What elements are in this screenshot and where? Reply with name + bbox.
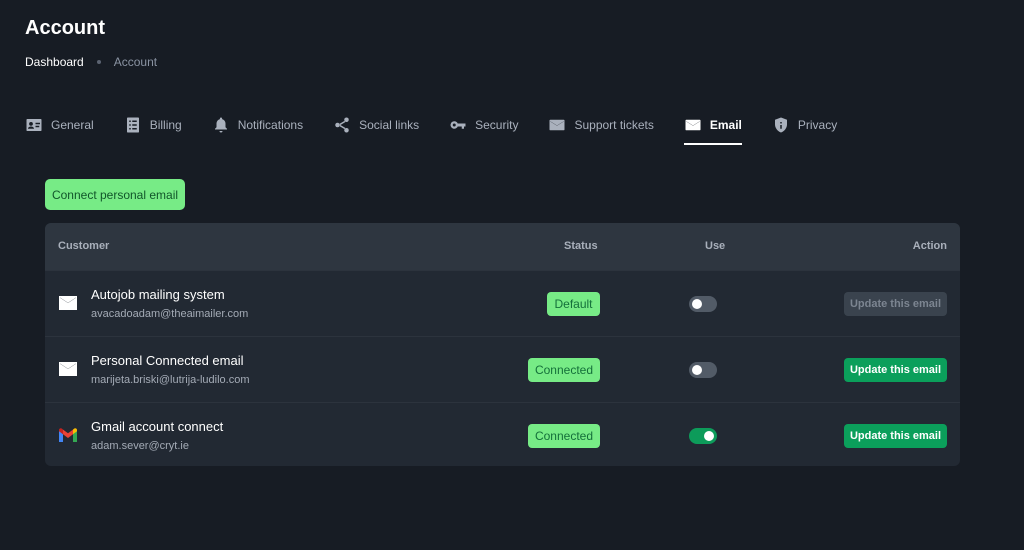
update-email-button[interactable]: Update this email xyxy=(844,292,947,316)
column-header-action: Action xyxy=(912,240,947,252)
column-header-use: Use xyxy=(705,240,726,252)
status-badge: Default xyxy=(547,292,600,316)
toggle-knob xyxy=(692,299,702,309)
row-title: Gmail account connect xyxy=(91,419,224,434)
tab-notifications[interactable]: Notifications xyxy=(212,112,303,138)
breadcrumb-separator xyxy=(96,60,101,64)
breadcrumb-dashboard[interactable]: Dashboard xyxy=(25,55,84,69)
tab-notifications-label: Notifications xyxy=(237,118,304,132)
tab-bar: General Billing Notifications Social lin… xyxy=(25,112,867,146)
shield-icon xyxy=(774,117,787,133)
gmail-icon xyxy=(59,428,77,442)
envelope-icon xyxy=(59,362,77,376)
share-icon xyxy=(335,117,349,133)
table-row: Autojob mailing system avacadoadam@theai… xyxy=(45,270,960,336)
envelope-icon xyxy=(59,296,77,310)
status-badge: Connected xyxy=(528,358,600,382)
tab-general-label: General xyxy=(51,118,94,132)
tab-privacy-label: Privacy xyxy=(797,118,838,132)
update-email-button[interactable]: Update this email xyxy=(844,358,947,382)
bell-icon xyxy=(214,117,227,133)
update-email-button[interactable]: Update this email xyxy=(844,424,947,448)
breadcrumb-account: Account xyxy=(113,55,158,69)
id-card-icon xyxy=(26,119,42,131)
envelope-icon xyxy=(685,119,701,131)
receipt-icon xyxy=(126,117,139,133)
connect-personal-email-button[interactable]: Connect personal email xyxy=(45,179,185,210)
toggle-knob xyxy=(692,365,702,375)
tab-privacy[interactable]: Privacy xyxy=(772,112,837,138)
use-toggle[interactable] xyxy=(689,296,717,312)
row-email: avacadoadam@theaimailer.com xyxy=(91,308,249,320)
row-email: marijeta.briski@lutrija-ludilo.com xyxy=(91,374,250,386)
tab-security-label: Security xyxy=(475,118,519,132)
status-badge: Connected xyxy=(528,424,600,448)
table-header: Customer Status Use Action xyxy=(45,223,960,270)
row-title: Personal Connected email xyxy=(91,353,244,368)
tab-support-tickets[interactable]: Support tickets xyxy=(548,112,654,138)
tab-email-label: Email xyxy=(709,118,742,132)
tab-billing-label: Billing xyxy=(149,118,182,132)
row-title: Autojob mailing system xyxy=(91,287,225,302)
breadcrumb: Dashboard Account xyxy=(25,55,157,69)
tab-support-tickets-label: Support tickets xyxy=(574,118,654,132)
key-icon xyxy=(450,121,466,129)
table-row: Personal Connected email marijeta.briski… xyxy=(45,336,960,402)
table-row: Gmail account connect adam.sever@cryt.ie… xyxy=(45,402,960,466)
toggle-knob xyxy=(704,431,714,441)
row-email: adam.sever@cryt.ie xyxy=(91,440,189,452)
use-toggle[interactable] xyxy=(689,362,717,378)
tab-general[interactable]: General xyxy=(25,112,94,138)
column-header-customer: Customer xyxy=(58,240,110,252)
tab-security[interactable]: Security xyxy=(449,112,518,138)
envelope-icon xyxy=(549,119,565,131)
tab-social-links[interactable]: Social links xyxy=(333,112,419,138)
tab-billing[interactable]: Billing xyxy=(124,112,182,138)
column-header-status: Status xyxy=(564,240,598,252)
email-accounts-table: Customer Status Use Action Autojob maili… xyxy=(45,223,960,466)
tab-social-links-label: Social links xyxy=(359,118,420,132)
tab-email[interactable]: Email xyxy=(683,112,742,145)
use-toggle[interactable] xyxy=(689,428,717,444)
page-title: Account xyxy=(25,17,105,39)
